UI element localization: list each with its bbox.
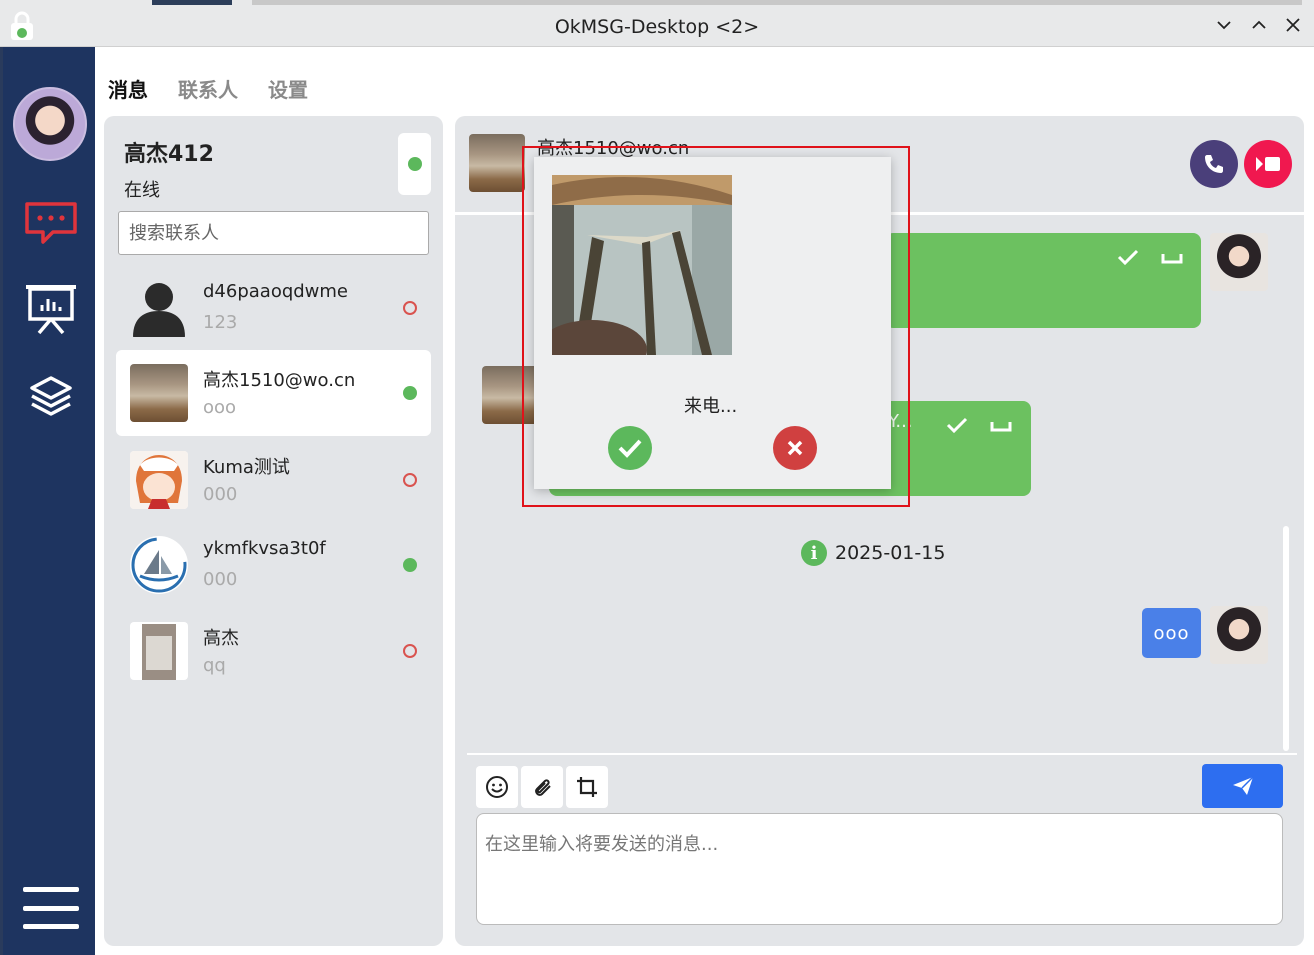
- caller-photo: [552, 175, 732, 355]
- attach-button[interactable]: [521, 766, 563, 808]
- contact-item[interactable]: 高杰 qq: [116, 608, 431, 694]
- message-input[interactable]: [476, 813, 1283, 925]
- anime-avatar-icon: [130, 451, 188, 509]
- incoming-call-text: 来电...: [684, 396, 738, 417]
- contact-avatar: [130, 279, 188, 337]
- search-input[interactable]: [118, 211, 429, 255]
- window-title: OkMSG-Desktop <2>: [554, 16, 760, 38]
- message-preview-text: Y...: [888, 411, 913, 432]
- sidebar: [0, 47, 95, 955]
- reject-icon: [787, 440, 803, 456]
- sidebar-presentation-button[interactable]: [23, 285, 79, 335]
- my-message-avatar: [1210, 233, 1268, 291]
- contact-last-message: 000: [203, 484, 238, 505]
- tab-messages[interactable]: 消息: [108, 74, 148, 103]
- contact-item[interactable]: Kuma测试 000: [116, 437, 431, 523]
- contact-avatar: [130, 536, 188, 594]
- contact-last-message: ooo: [203, 397, 237, 418]
- online-indicator: [407, 157, 422, 171]
- contact-avatar: [130, 364, 188, 422]
- chat-scrollbar[interactable]: [1283, 526, 1289, 751]
- date-label: 2025-01-15: [835, 542, 946, 564]
- contact-avatar: [130, 622, 188, 680]
- crop-icon: [577, 777, 597, 797]
- offline-indicator: [403, 473, 417, 487]
- video-call-button[interactable]: [1244, 140, 1292, 188]
- message-bubble[interactable]: ooo: [1142, 608, 1201, 658]
- screenshot-button[interactable]: [566, 766, 608, 808]
- partner-message-avatar: [482, 366, 540, 424]
- maximize-button[interactable]: [1248, 14, 1270, 36]
- send-button[interactable]: [1202, 764, 1283, 808]
- phone-icon: [1205, 155, 1223, 173]
- contact-name: Kuma测试: [203, 457, 290, 478]
- layers-icon: [30, 376, 72, 416]
- emoji-button[interactable]: [476, 766, 518, 808]
- message-status: [946, 416, 1012, 434]
- message-status: [1117, 248, 1183, 266]
- info-icon: i: [801, 540, 827, 566]
- video-icon: [1256, 157, 1280, 171]
- my-name: 高杰412: [124, 142, 214, 167]
- chevron-down-icon: [1217, 21, 1231, 30]
- voice-call-button[interactable]: [1190, 140, 1238, 188]
- contact-avatar: [130, 451, 188, 509]
- input-divider: [467, 753, 1297, 755]
- close-icon: [1286, 18, 1300, 32]
- space-icon: [1161, 254, 1183, 264]
- tab-settings[interactable]: 设置: [268, 74, 308, 103]
- my-status: 在线: [124, 180, 160, 201]
- check-icon: [1117, 249, 1139, 266]
- space-icon: [990, 422, 1012, 432]
- background-window-strip: [152, 0, 232, 5]
- boat-logo-icon: [131, 537, 187, 593]
- emoji-icon: [486, 776, 508, 798]
- presentation-icon: [26, 285, 76, 335]
- my-message-avatar: [1210, 606, 1268, 664]
- contact-item[interactable]: 高杰1510@wo.cn ooo: [116, 350, 431, 436]
- person-placeholder-icon: [133, 283, 185, 337]
- close-window-button[interactable]: [1282, 14, 1304, 36]
- main-tabs: 消息 联系人 设置: [108, 74, 308, 103]
- contacts-panel: 高杰412 在线 d46paaoqdwme 123 高杰1510@wo.cn o…: [104, 116, 443, 946]
- send-icon: [1232, 776, 1254, 795]
- contact-last-message: 000: [203, 569, 238, 590]
- background-window-strip: [252, 0, 1302, 5]
- online-indicator: [403, 558, 417, 572]
- contact-last-message: 123: [203, 312, 238, 333]
- chat-icon: [25, 202, 77, 244]
- check-icon: [946, 417, 968, 434]
- tab-contacts[interactable]: 联系人: [178, 74, 238, 103]
- chevron-up-icon: [1252, 20, 1266, 29]
- incoming-call-dialog: 来电...: [534, 157, 891, 489]
- menu-icon[interactable]: [23, 887, 79, 929]
- contact-name: 高杰: [203, 628, 239, 649]
- minimize-button[interactable]: [1213, 14, 1235, 36]
- photo-avatar-icon: [142, 624, 176, 680]
- sidebar-layers-button[interactable]: [23, 373, 79, 421]
- accept-icon: [618, 439, 642, 458]
- online-indicator: [403, 386, 417, 400]
- contact-name: d46paaoqdwme: [203, 281, 349, 302]
- title-bar: OkMSG-Desktop <2>: [0, 0, 1314, 47]
- paperclip-icon: [535, 779, 551, 796]
- reject-call-button[interactable]: [773, 426, 817, 470]
- user-avatar[interactable]: [13, 87, 87, 161]
- contact-last-message: qq: [203, 655, 226, 676]
- caller-image: [552, 175, 732, 355]
- contact-name: ykmfkvsa3t0f: [203, 538, 326, 559]
- contact-item[interactable]: d46paaoqdwme 123: [116, 265, 431, 351]
- offline-indicator: [403, 644, 417, 658]
- status-toggle[interactable]: [398, 133, 431, 195]
- accept-call-button[interactable]: [608, 426, 652, 470]
- contact-name: 高杰1510@wo.cn: [203, 370, 356, 391]
- sidebar-chat-button[interactable]: [23, 199, 79, 247]
- contact-item[interactable]: ykmfkvsa3t0f 000: [116, 522, 431, 608]
- offline-indicator: [403, 301, 417, 315]
- chat-partner-avatar: [469, 134, 525, 192]
- date-separator: i 2025-01-15: [801, 540, 945, 566]
